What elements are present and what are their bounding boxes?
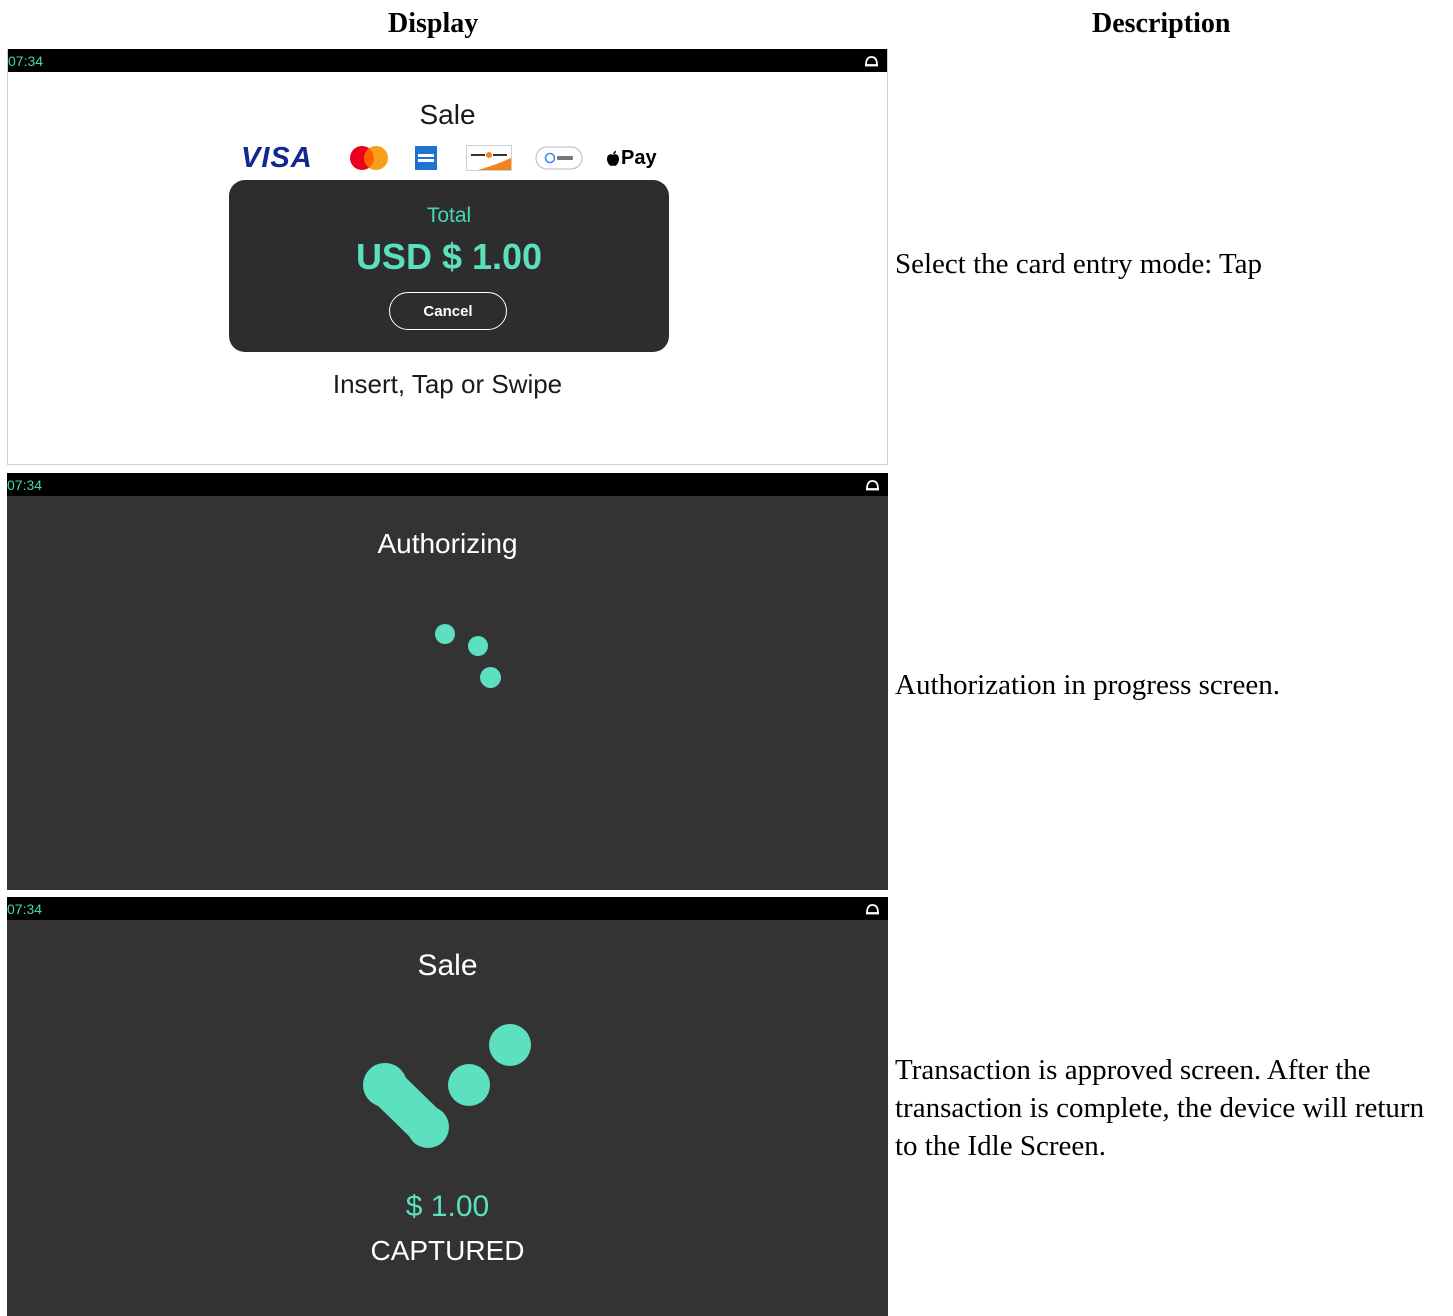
mastercard-logo	[345, 141, 393, 175]
approved-screen: 07:34 Sale $ 1.00 CAPTURED	[7, 897, 888, 1316]
display-column-header: Display	[388, 8, 479, 39]
apple-pay-label: Pay	[621, 146, 657, 169]
status-bar: 07:34	[8, 49, 887, 72]
cloud-icon	[866, 480, 879, 491]
screen-title: Sale	[419, 99, 476, 130]
cloud-icon	[866, 904, 879, 915]
visa-logo: VISA	[241, 141, 313, 174]
accepted-cards: VISA Pay	[8, 141, 887, 175]
google-pay-logo	[535, 141, 583, 175]
screen-title: Authorizing	[377, 528, 518, 559]
total-amount: USD $ 1.00	[355, 236, 543, 277]
clock: 07:34	[7, 901, 43, 917]
total-label: Total	[426, 204, 472, 227]
clock: 07:34	[8, 53, 44, 69]
discover-logo	[466, 141, 512, 175]
approved-checkmark-icon	[363, 1024, 531, 1148]
apple-pay-logo: Pay	[606, 141, 657, 175]
cloud-icon	[865, 56, 878, 67]
clock: 07:34	[7, 477, 43, 493]
spinner-dot	[468, 636, 488, 656]
captured-amount: $ 1.00	[405, 1190, 490, 1223]
description-text: Authorization in progress screen.	[895, 669, 1280, 701]
apple-icon	[607, 150, 619, 166]
card-entry-instruction: Insert, Tap or Swipe	[332, 369, 563, 399]
description-text: Select the card entry mode: Tap	[895, 248, 1263, 280]
cancel-button[interactable]: Cancel	[389, 292, 507, 330]
description-column-header: Description	[1092, 8, 1231, 39]
spinner-dot	[480, 667, 501, 688]
authorizing-screen: 07:34 Authorizing	[7, 473, 888, 890]
status-bar: 07:34	[7, 897, 888, 920]
description-text: Transaction is approved screen. After th…	[895, 1054, 1425, 1162]
sale-screen: 07:34 Sale VISA Pay Total USD $ 1.00 Can…	[7, 49, 888, 465]
spinner-dot	[435, 624, 455, 644]
transaction-status: CAPTURED	[370, 1235, 525, 1266]
total-panel: Total USD $ 1.00 Cancel	[229, 180, 669, 352]
screen-title: Sale	[417, 949, 478, 982]
amex-logo	[415, 141, 437, 175]
status-bar: 07:34	[7, 473, 888, 496]
